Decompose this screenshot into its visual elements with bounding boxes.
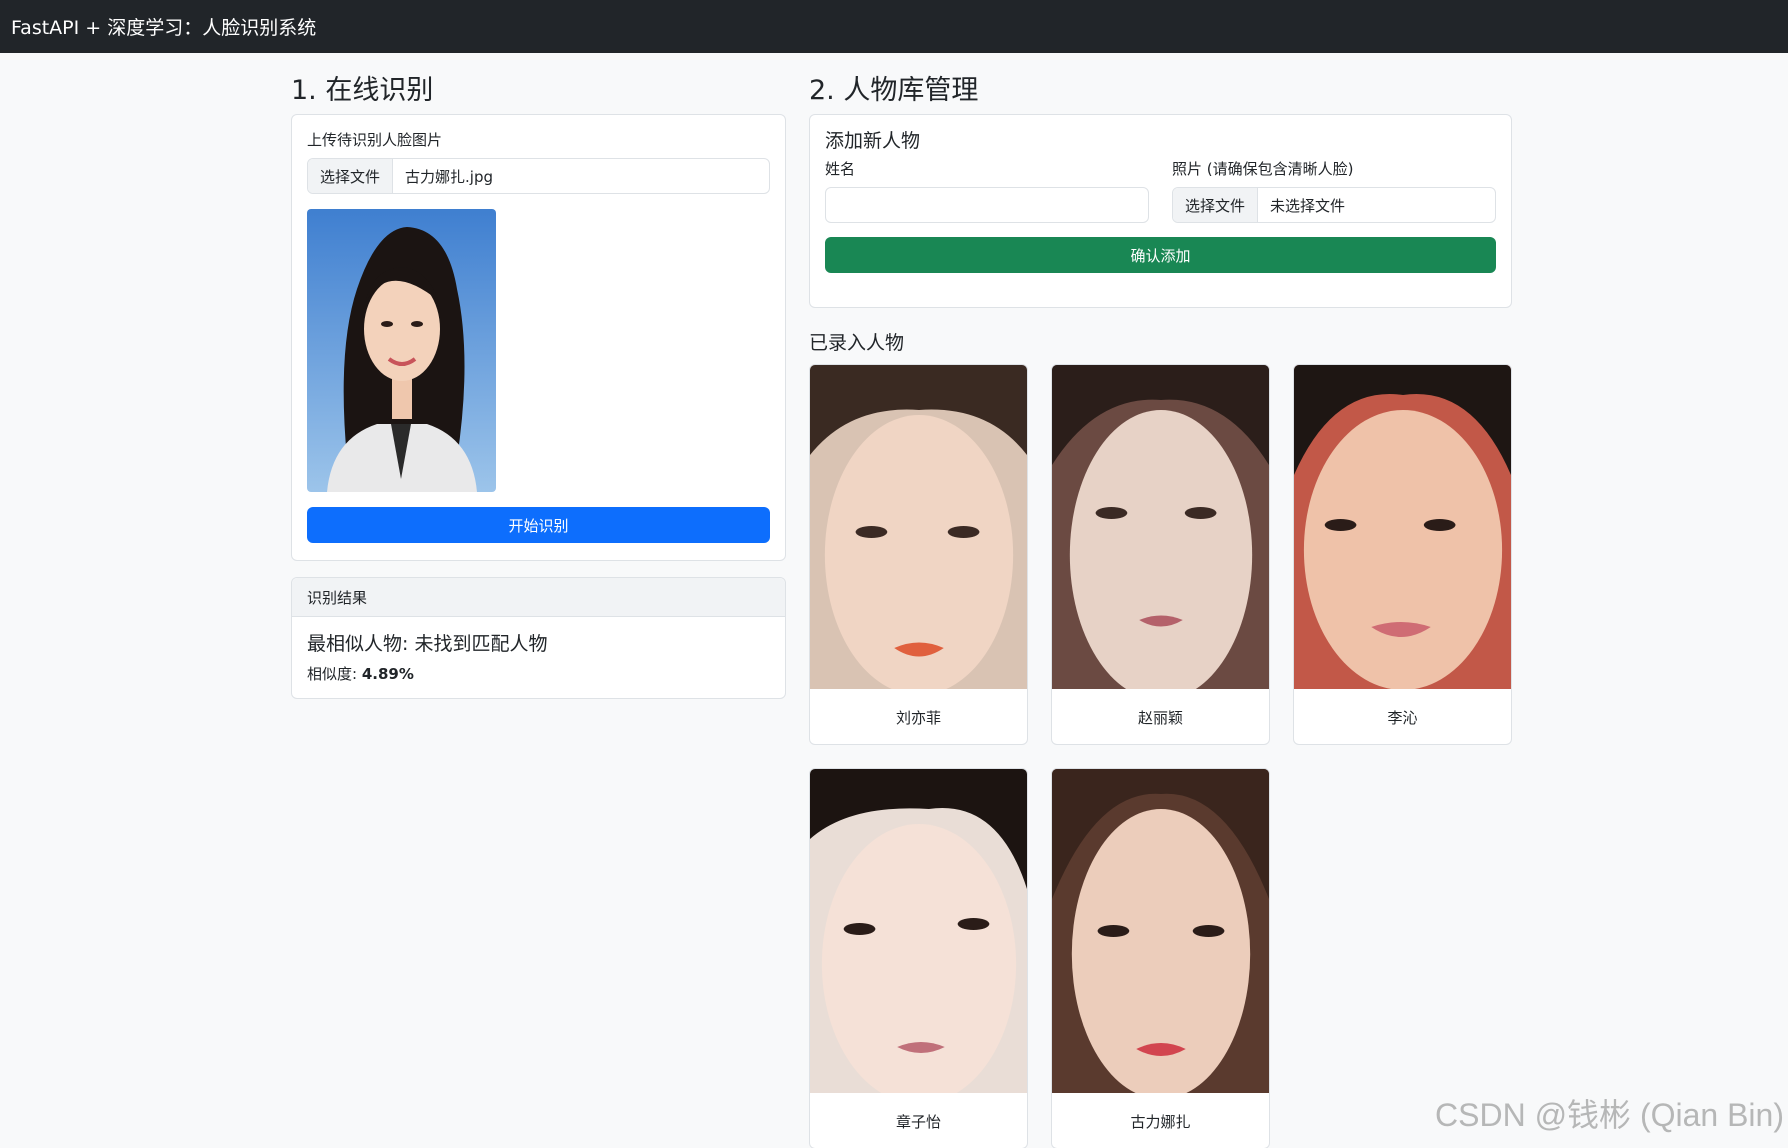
photo-file-name: 未选择文件 [1270,196,1346,215]
similarity-line: 相似度: 4.89% [307,663,770,684]
person-name: 古力娜扎 [1130,1112,1191,1131]
person-photo [1052,769,1269,1093]
person-name: 赵丽颖 [1137,708,1183,727]
similarity-value: 4.89% [361,665,414,683]
recognize-title: 1. 在线识别 [291,75,434,106]
result-text: 最相似人物: 未找到匹配人物 [307,633,548,655]
library-section: 2. 人物库管理 添加新人物 姓名 照片 (请确保包含清晰人脸) 选择文件 未选… [809,72,1512,1148]
person-name: 李沁 [1387,708,1418,727]
navbar: FastAPI + 深度学习：人脸识别系统 [0,0,1788,53]
person-photo [1052,365,1269,689]
photo-file-input[interactable]: 选择文件 未选择文件 [1172,187,1496,223]
upload-card: 上传待识别人脸图片 选择文件 古力娜扎.jpg 开始识别 [291,114,786,561]
upload-preview-image [307,209,496,492]
person-card: 刘亦菲 [809,364,1028,745]
result-card: 识别结果 最相似人物: 未找到匹配人物 相似度: 4.89% [291,577,786,699]
library-title: 2. 人物库管理 [809,75,979,106]
person-card: 赵丽颖 [1051,364,1270,745]
person-card: 李沁 [1293,364,1512,745]
selected-file-name: 古力娜扎.jpg [405,167,493,186]
result-body: 最相似人物: 未找到匹配人物 相似度: 4.89% [292,617,785,698]
recognize-section: 1. 在线识别 上传待识别人脸图片 选择文件 古力娜扎.jpg 开始识别 识别结… [291,72,786,699]
add-person-title: 添加新人物 [825,130,921,152]
person-photo [1294,365,1511,689]
photo-field-group: 照片 (请确保包含清晰人脸) 选择文件 未选择文件 [1172,159,1496,223]
person-name: 刘亦菲 [895,708,941,727]
similarity-label: 相似度: [307,665,362,683]
name-label: 姓名 [825,160,856,178]
watermark: CSDN @钱彬 (Qian Bin) [1435,1097,1784,1133]
add-person-form: 姓名 照片 (请确保包含清晰人脸) 选择文件 未选择文件 [825,159,1496,223]
name-input[interactable] [825,187,1149,223]
person-photo [810,365,1027,689]
person-gallery: 刘亦菲 赵丽颖 李沁 章子怡 古力娜扎 [809,364,1512,1148]
confirm-add-button[interactable]: 确认添加 [825,237,1496,273]
name-field-group: 姓名 [825,159,1149,223]
result-header: 识别结果 [292,578,785,617]
upload-label: 上传待识别人脸图片 [307,131,443,149]
photo-choose-file-button[interactable]: 选择文件 [1173,188,1259,222]
person-name: 章子怡 [895,1112,941,1131]
navbar-brand[interactable]: FastAPI + 深度学习：人脸识别系统 [11,13,316,40]
start-recognition-button[interactable]: 开始识别 [307,507,770,543]
recognize-file-input[interactable]: 选择文件 古力娜扎.jpg [307,158,770,194]
person-card: 章子怡 [809,768,1028,1148]
photo-label: 照片 (请确保包含清晰人脸) [1172,160,1354,178]
gallery-title: 已录入人物 [809,332,905,354]
add-person-card: 添加新人物 姓名 照片 (请确保包含清晰人脸) 选择文件 未选择文件 确认添加 [809,114,1512,308]
person-card: 古力娜扎 [1051,768,1270,1148]
person-photo [810,769,1027,1093]
choose-file-button[interactable]: 选择文件 [308,159,394,193]
